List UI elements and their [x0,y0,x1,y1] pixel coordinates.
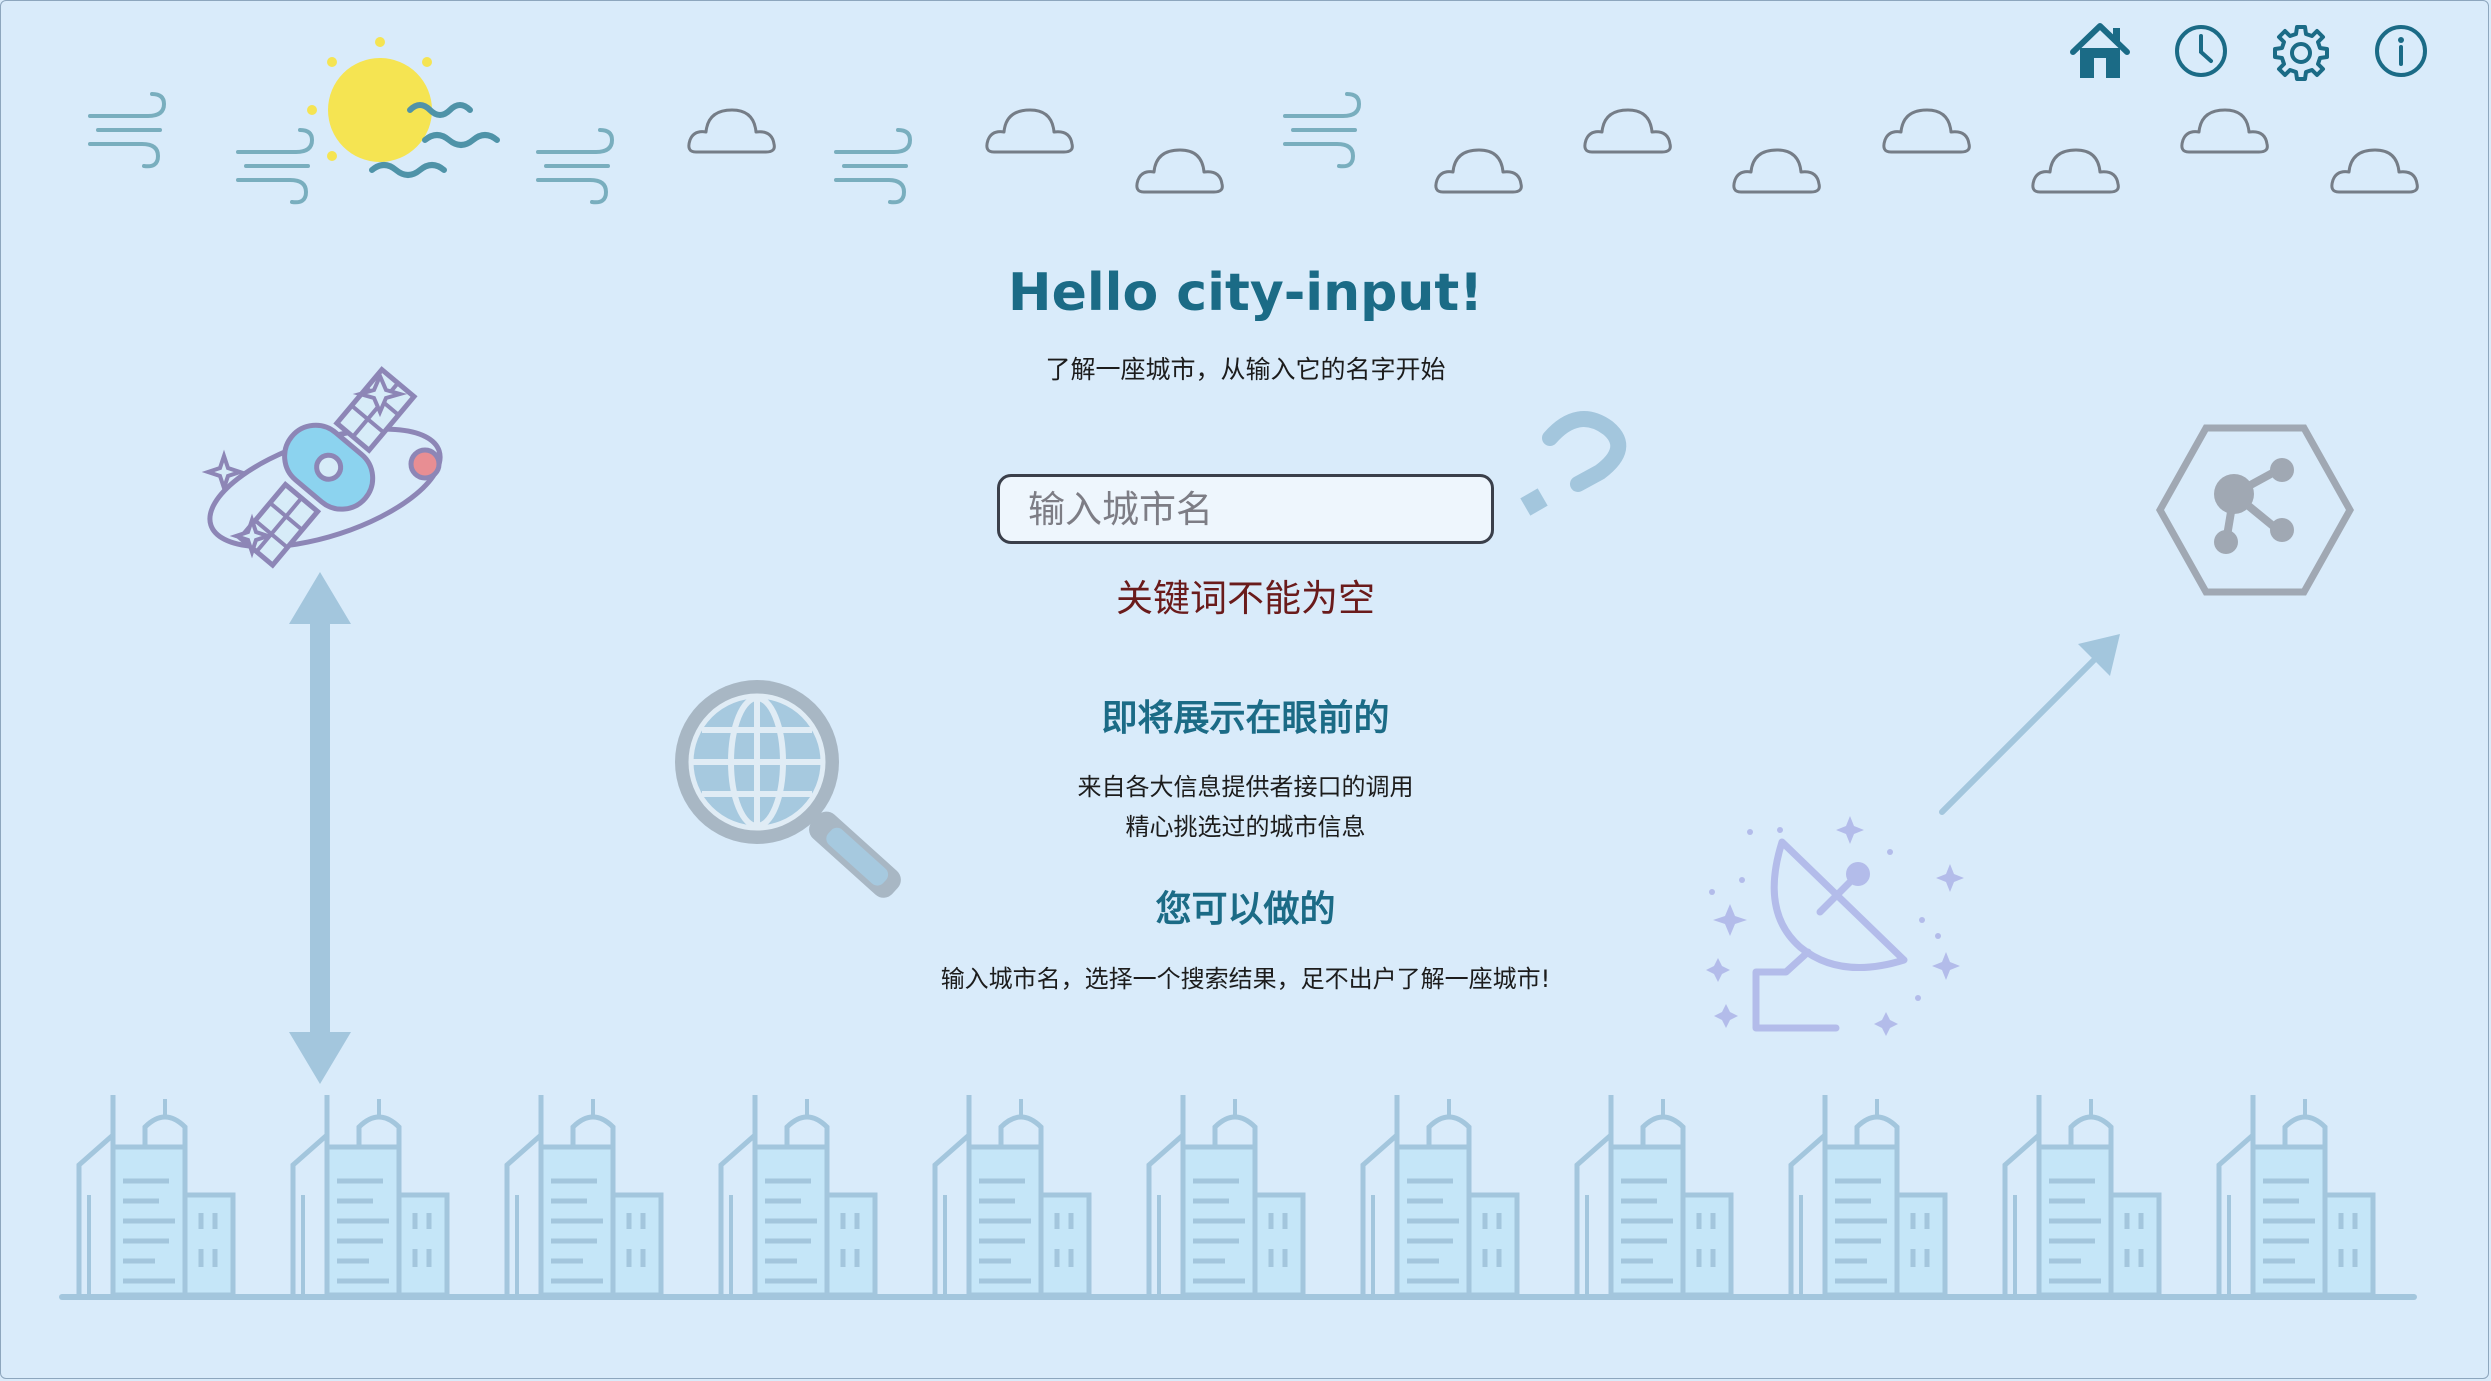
cloud-icon [687,108,776,154]
actions-text: 输入城市名，选择一个搜索结果，足不出户了解一座城市! [940,965,1551,993]
building-icon [2219,1095,2373,1295]
wind-icon [536,128,614,205]
validation-error: 关键词不能为空 [1116,577,1375,620]
cloud-icon [1882,108,1971,154]
question-icon [1520,411,1627,516]
actions-heading: 您可以做的 [1155,889,1336,930]
satellite-icon [201,366,443,569]
gear-icon [2273,25,2329,81]
share-icon [2155,424,2355,596]
building-icon [721,1095,875,1295]
clock-icon [2175,25,2227,77]
building-icon [1791,1095,1945,1295]
wind-icon [88,92,166,169]
cloud-icon [985,108,1074,154]
cloud-icon [1583,108,1672,154]
home-icon [2070,23,2130,78]
wind-icon [834,128,912,205]
building-icon [935,1095,1089,1295]
wind-icon [236,128,314,205]
info-icon [2375,25,2427,77]
cloud-icon [1434,148,1523,194]
cloud-icon [1135,148,1224,194]
building-icon [1363,1095,1517,1295]
city-skyline [59,1085,2417,1300]
building-icon [507,1095,661,1295]
building-icon [2005,1095,2159,1295]
settings-button[interactable] [2268,18,2334,84]
features-line-2: 精心挑选过的城市信息 [1125,813,1366,841]
info-button[interactable] [2368,18,2434,84]
features-line-1: 来自各大信息提供者接口的调用 [1077,773,1414,801]
cloud-icon [2031,148,2120,194]
cloud-icon [2330,148,2419,194]
page-subtitle: 了解一座城市，从输入它的名字开始 [1045,355,1446,384]
cloud-icon [2180,108,2269,154]
building-icon [79,1095,233,1295]
building-icon [1577,1095,1731,1295]
wind-icon [1283,92,1361,169]
features-heading: 即将展示在眼前的 [1101,698,1390,739]
page-title: Hello city-input! [1008,263,1483,323]
cloud-icon [1732,148,1821,194]
sky-decoration [88,92,2419,205]
building-icon [293,1095,447,1295]
history-button[interactable] [2168,18,2234,84]
building-icon [1149,1095,1303,1295]
city-search-input[interactable] [997,474,1494,544]
home-button[interactable] [2067,18,2133,84]
